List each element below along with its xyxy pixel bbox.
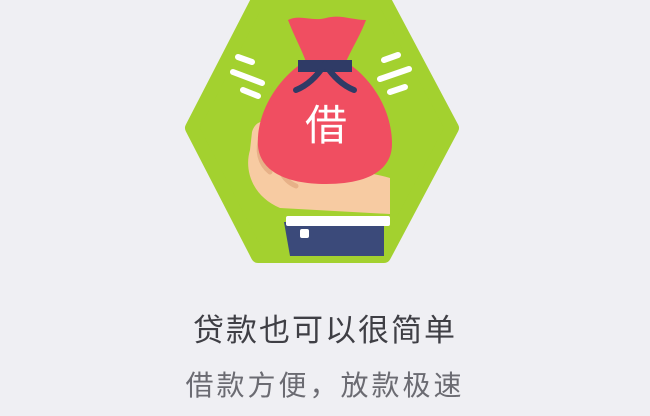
- onboarding-screen: 借 贷款也可以很简单 借款方便，放款极速: [0, 0, 650, 416]
- page-subtitle: 借款方便，放款极速: [185, 369, 465, 402]
- cuff-button: [300, 229, 309, 238]
- bag-character: 借: [305, 101, 347, 150]
- page-title: 贷款也可以很简单: [193, 313, 457, 349]
- shirt-cuff: [286, 216, 390, 226]
- sleeve: [284, 222, 384, 256]
- money-bag-in-hand-icon: 借: [185, 0, 459, 263]
